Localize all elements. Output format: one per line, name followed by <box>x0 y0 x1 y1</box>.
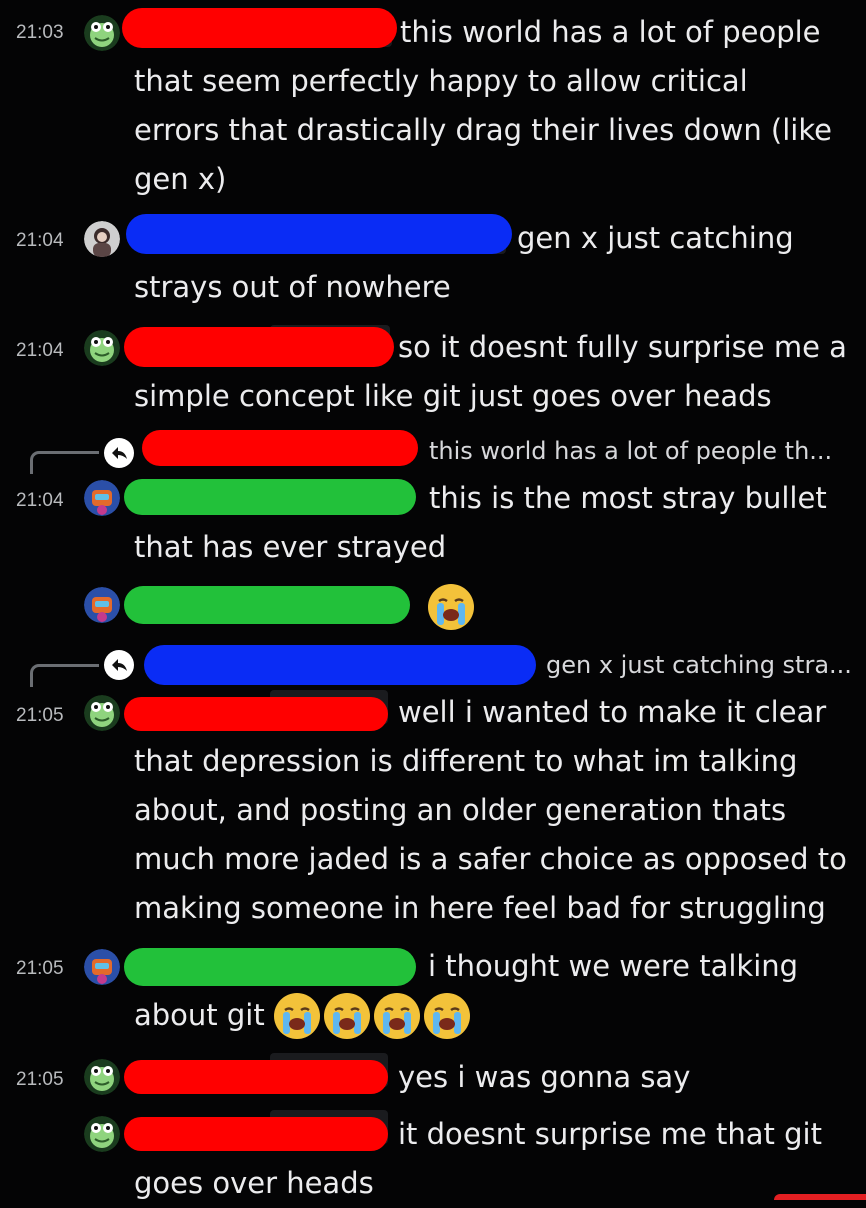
message-text-line: that depression is different to what im … <box>134 744 798 778</box>
frog-avatar[interactable] <box>84 695 120 731</box>
message-text-line: gen x just catching <box>517 221 794 255</box>
loudly-crying-face-icon <box>424 993 470 1039</box>
redacted-reply-username[interactable] <box>142 430 418 466</box>
timestamp: 21:05 <box>16 958 64 979</box>
reply-arrow-icon <box>104 438 134 468</box>
timestamp: 21:05 <box>16 705 64 726</box>
robot-avatar[interactable] <box>84 587 120 623</box>
redacted-username[interactable] <box>126 214 512 254</box>
redacted-reply-username[interactable] <box>144 645 536 685</box>
reply-preview[interactable]: gen x just catching stra... <box>546 651 852 679</box>
message-text-line: about, and posting an older generation t… <box>134 793 787 827</box>
message-text-line: that has ever strayed <box>134 530 447 564</box>
timestamp: 21:04 <box>16 340 64 361</box>
redacted-username[interactable] <box>124 948 416 986</box>
redacted-username[interactable] <box>124 327 394 367</box>
loudly-crying-face-icon <box>374 993 420 1039</box>
reply-connector <box>30 664 99 687</box>
frog-avatar[interactable] <box>84 15 120 51</box>
message-text-line: i thought we were talking <box>428 949 799 983</box>
message-text-line: goes over heads <box>134 1166 374 1200</box>
frog-avatar[interactable] <box>84 1116 120 1152</box>
frog-avatar[interactable] <box>84 330 120 366</box>
timestamp: 21:04 <box>16 490 64 511</box>
message-text-line: errors that drastically drag their lives… <box>134 113 832 147</box>
message-text-line: simple concept like git just goes over h… <box>134 379 772 413</box>
message-text-line: making someone in here feel bad for stru… <box>134 891 826 925</box>
message-text-line: this is the most stray bullet <box>429 481 827 515</box>
reply-connector <box>30 451 99 474</box>
message-text-line: strays out of nowhere <box>134 270 451 304</box>
reply-preview[interactable]: this world has a lot of people th... <box>429 437 832 465</box>
redacted-username[interactable] <box>124 1117 388 1151</box>
redacted-username[interactable] <box>124 697 388 731</box>
frog-avatar[interactable] <box>84 1059 120 1095</box>
redacted-username[interactable] <box>124 479 416 515</box>
redacted-username[interactable] <box>124 1060 388 1094</box>
loudly-crying-face-icon <box>428 584 474 630</box>
redacted-username[interactable] <box>124 586 410 624</box>
timestamp: 21:05 <box>16 1069 64 1090</box>
scroll-indicator <box>774 1194 866 1200</box>
redacted-username[interactable] <box>122 8 397 48</box>
message-text-line: about git <box>134 998 265 1032</box>
message-text-line: this world has a lot of people <box>400 15 821 49</box>
message-text-line: that seem perfectly happy to allow criti… <box>134 64 748 98</box>
message-text-line: gen x) <box>134 162 227 196</box>
message-text-line: well i wanted to make it clear <box>398 695 827 729</box>
loudly-crying-face-icon <box>274 993 320 1039</box>
robot-avatar[interactable] <box>84 480 120 516</box>
robot-avatar[interactable] <box>84 949 120 985</box>
dark-haired-avatar[interactable] <box>84 221 120 257</box>
message-text-line: so it doesnt fully surprise me a <box>398 330 847 364</box>
message-text-line: much more jaded is a safer choice as opp… <box>134 842 847 876</box>
loudly-crying-face-icon <box>324 993 370 1039</box>
message-text-line: it doesnt surprise me that git <box>398 1117 822 1151</box>
timestamp: 21:03 <box>16 22 64 43</box>
message-text-line: yes i was gonna say <box>398 1060 691 1094</box>
timestamp: 21:04 <box>16 230 64 251</box>
reply-arrow-icon <box>104 650 134 680</box>
